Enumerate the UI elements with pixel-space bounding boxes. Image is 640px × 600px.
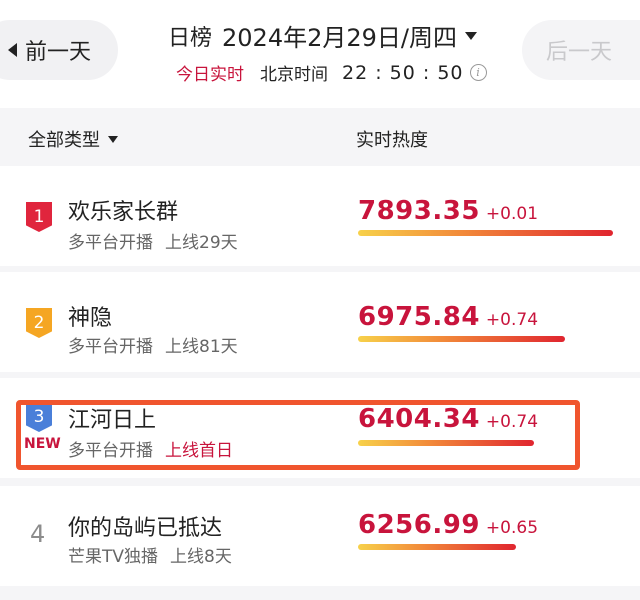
platform-label: 芒果TV独播 [68, 547, 159, 567]
info-icon[interactable]: i [469, 64, 487, 81]
heat-value: 7893.35 +0.01 [358, 196, 538, 226]
heat-bar [358, 336, 613, 342]
caret-down-icon [465, 31, 477, 40]
heat-bar-fill [358, 544, 517, 550]
triangle-left-icon [8, 43, 17, 57]
show-meta: 多平台开播 上线29天 [68, 228, 238, 253]
show-name: 神隐 [68, 306, 113, 331]
heat-bar [358, 230, 613, 236]
heat-bar [358, 544, 613, 550]
heat-delta: +0.01 [485, 204, 539, 224]
heat-number: 6256.99 [358, 510, 480, 540]
ranking-row[interactable]: 1 欢乐家长群 多平台开播 上线29天 7893.35 +0.01 [0, 166, 640, 266]
heat-bar-fill [358, 230, 613, 236]
column-header: 全部类型 实时热度 [0, 108, 640, 166]
caret-down-icon [108, 135, 118, 143]
days-online-label: 上线8天 [170, 547, 232, 567]
top-bar: 前一天 日榜 2024年2月29日/周四 今日实时 北京时间 22 : 50 :… [0, 0, 640, 108]
ranking-type-label: 日榜 [168, 25, 213, 51]
live-clock: 22 : 50 : 50 [342, 61, 464, 84]
rank-badge: 1 [26, 202, 52, 232]
ranking-row[interactable]: 4 你的岛屿已抵达 芒果TV独播 上线8天 6256.99 +0.65 [0, 486, 640, 586]
next-day-button[interactable]: 后一天 [522, 20, 640, 80]
show-meta: 芒果TV独播 上线8天 [68, 542, 232, 567]
heat-number: 7893.35 [358, 196, 480, 226]
prev-day-button[interactable]: 前一天 [0, 20, 118, 80]
heat-value: 6256.99 +0.65 [358, 510, 538, 540]
prev-day-label: 前一天 [25, 40, 92, 65]
type-filter-label: 全部类型 [28, 130, 100, 151]
heat-delta: +0.65 [485, 518, 539, 538]
days-online-label: 上线81天 [165, 337, 238, 357]
heat-bar-fill [358, 336, 565, 342]
heat-value: 6975.84 +0.74 [358, 302, 538, 332]
live-tag: 今日实时 [176, 65, 244, 85]
heat-column-label: 实时热度 [356, 130, 428, 151]
rank-badge: 2 [26, 308, 52, 338]
next-day-label: 后一天 [546, 40, 613, 65]
show-meta: 多平台开播 上线81天 [68, 332, 238, 357]
show-name: 欢乐家长群 [68, 200, 179, 225]
type-filter-dropdown[interactable]: 全部类型 [28, 126, 118, 152]
highlight-annotation-box [16, 400, 580, 470]
platform-label: 多平台开播 [68, 233, 153, 253]
date-selector[interactable]: 日榜 2024年2月29日/周四 [168, 18, 477, 53]
days-online-label: 上线29天 [165, 233, 238, 253]
beijing-time-label: 北京时间 [260, 65, 328, 85]
platform-label: 多平台开播 [68, 337, 153, 357]
ranking-row[interactable]: 2 神隐 多平台开播 上线81天 6975.84 +0.74 [0, 272, 640, 372]
heat-delta: +0.74 [485, 310, 539, 330]
ranking-date: 2024年2月29日/周四 [222, 24, 457, 52]
heat-number: 6975.84 [358, 302, 480, 332]
live-status-row: 今日实时 北京时间 22 : 50 : 50 i [176, 60, 487, 85]
rank-number: 4 [30, 520, 46, 548]
show-name: 你的岛屿已抵达 [68, 516, 223, 541]
